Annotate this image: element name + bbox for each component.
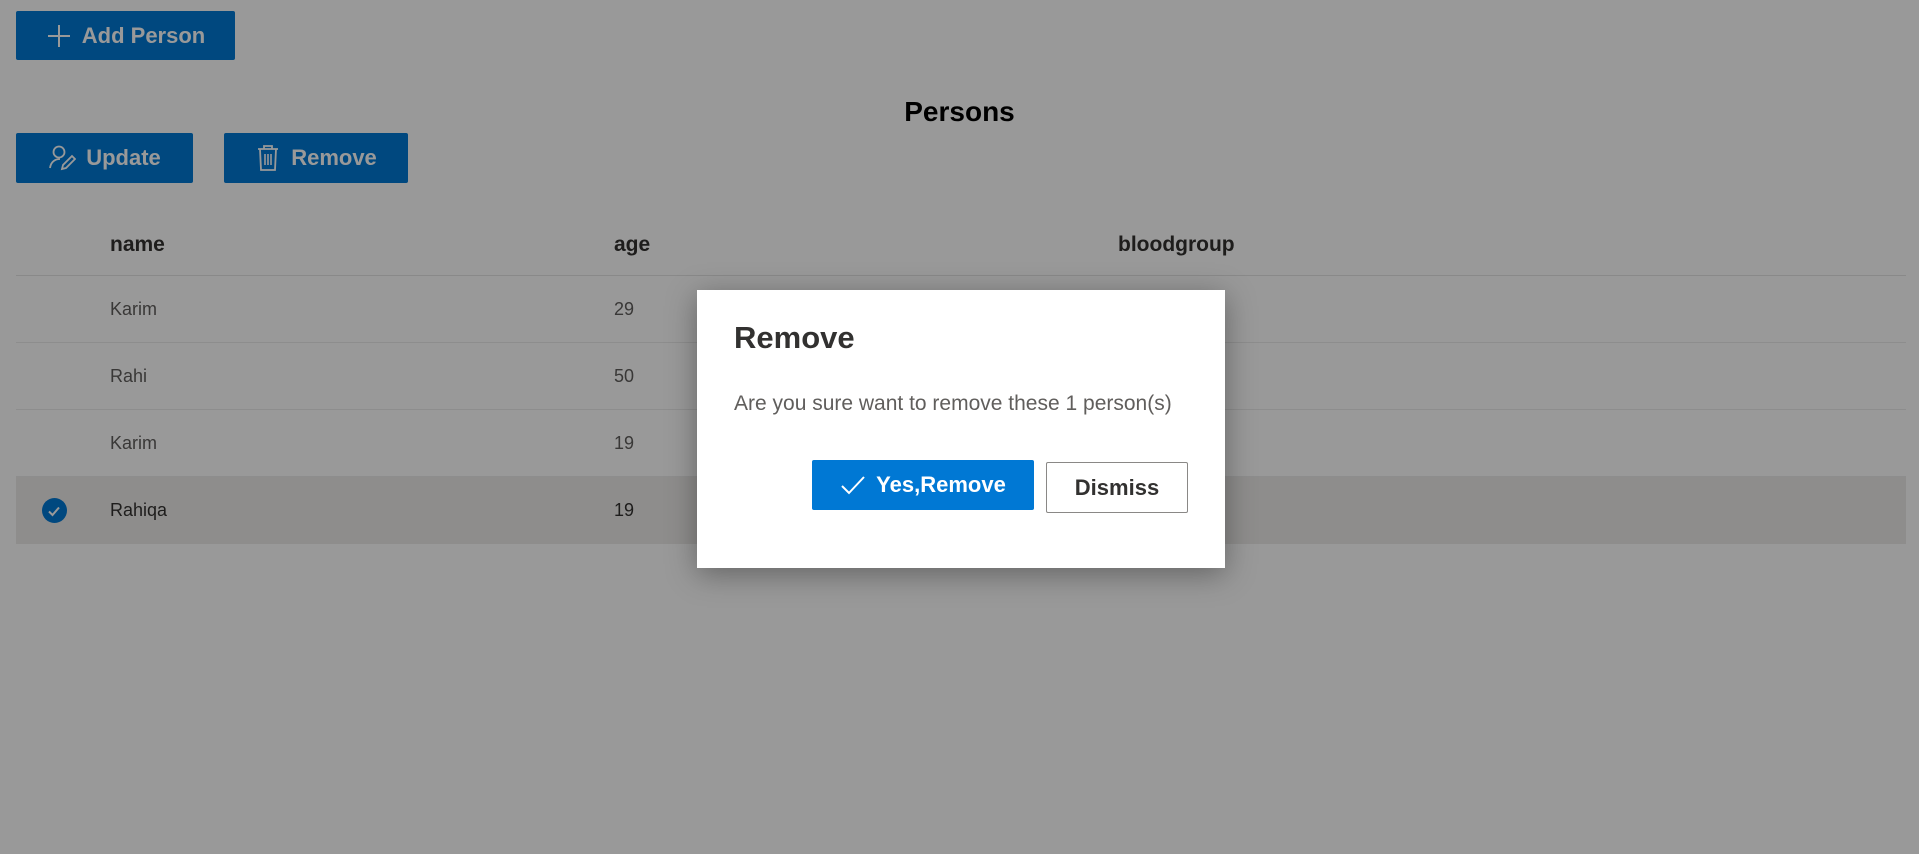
remove-dialog: Remove Are you sure want to remove these…: [697, 290, 1225, 568]
checkmark-icon: [841, 476, 865, 495]
dismiss-button[interactable]: Dismiss: [1046, 462, 1188, 513]
dialog-message: Are you sure want to remove these 1 pers…: [734, 392, 1172, 415]
confirm-remove-label: Yes,Remove: [876, 472, 1006, 497]
persons-page: Add Person Persons Update Remove name ag…: [0, 0, 1919, 854]
confirm-remove-button[interactable]: Yes,Remove: [812, 460, 1034, 510]
dismiss-label: Dismiss: [1074, 474, 1160, 500]
dialog-title: Remove: [734, 320, 855, 355]
